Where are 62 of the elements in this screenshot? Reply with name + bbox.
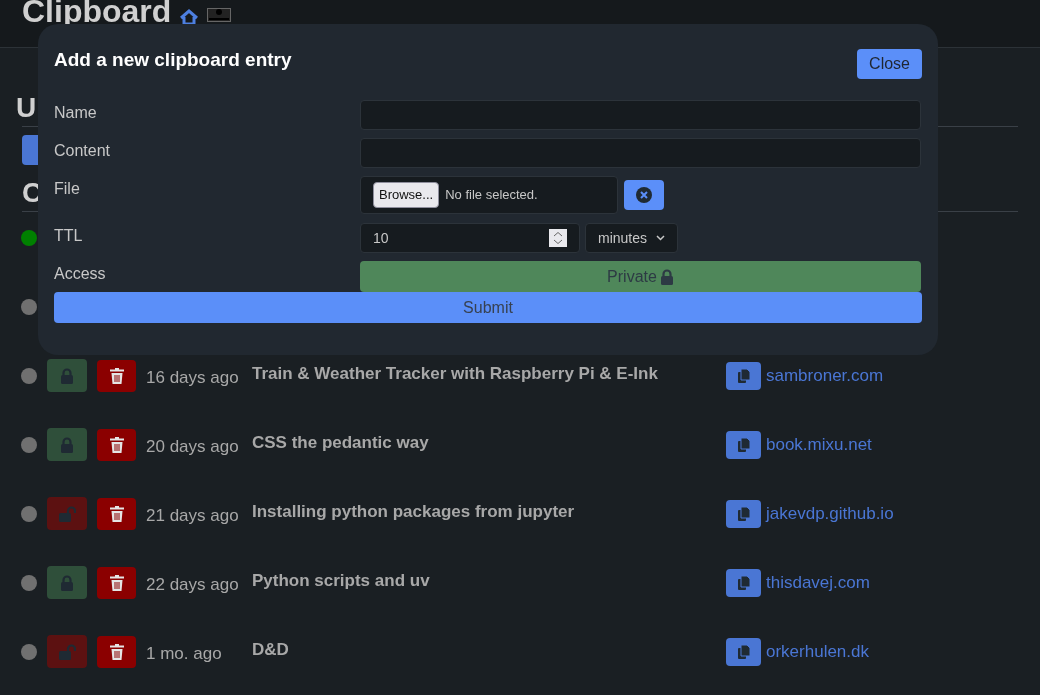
field-label: Name (54, 103, 98, 123)
entry-link[interactable]: jakevdp.github.io (766, 500, 894, 527)
entry-link[interactable]: sambroner.com (766, 362, 884, 389)
copy-button[interactable] (726, 637, 761, 666)
copy-button[interactable] (726, 361, 761, 390)
delete-button[interactable] (97, 359, 136, 392)
copy-icon (737, 644, 750, 659)
lock-icon (60, 436, 74, 453)
image-icon (207, 8, 232, 22)
copy-icon (737, 368, 750, 383)
text-input-field[interactable] (360, 100, 921, 130)
entry-age: 21 days ago (146, 504, 240, 527)
copy-icon (737, 437, 750, 452)
entry-age: 16 days ago (146, 366, 240, 389)
copy-button[interactable] (726, 430, 761, 459)
trash-icon (109, 574, 124, 591)
entry-age: 1 mo. ago (146, 642, 223, 665)
entry-link[interactable]: thisdavej.com (766, 569, 870, 596)
trash-icon (109, 643, 124, 660)
entry-title: Python scripts and uv (252, 570, 431, 593)
entry-title: Train & Weather Tracker with Raspberry Pi & E-Ink (252, 363, 659, 386)
delete-button[interactable] (97, 635, 136, 668)
trash-icon (109, 436, 124, 453)
lock-icon (60, 367, 74, 384)
entry-title: D&D (252, 639, 290, 662)
submit-button[interactable]: Submit (54, 292, 922, 323)
house-icon (179, 9, 200, 25)
unlocked-padlock-icon (58, 505, 76, 522)
copy-icon (737, 575, 750, 590)
trash-icon (109, 367, 124, 384)
field-label: Content (54, 141, 112, 161)
entry-title: CSS the pedantic way (252, 432, 430, 455)
field-label: File (54, 179, 81, 199)
delete-button[interactable] (97, 566, 136, 599)
dialog-title: Add a new clipboard entry (54, 48, 292, 72)
chevron-down-icon (656, 235, 665, 241)
copy-icon (737, 506, 750, 521)
lock-icon (60, 574, 74, 591)
trash-icon (109, 505, 124, 522)
number-input-field[interactable]: 10 (360, 223, 580, 253)
entry-link[interactable]: orkerhulen.dk (766, 638, 869, 665)
delete-button[interactable] (97, 497, 136, 530)
access-toggle-button[interactable]: Private (360, 261, 921, 292)
spinner-icon (549, 229, 567, 247)
x-circle-icon (636, 187, 652, 203)
file-input-field[interactable]: Browse... No file selected. (360, 176, 618, 214)
field-label: Access (54, 264, 107, 284)
copy-button[interactable] (726, 568, 761, 597)
text-input-field[interactable] (360, 138, 921, 168)
entry-title: Installing python packages from jupyter (252, 501, 576, 524)
clear-file-button[interactable] (624, 180, 664, 210)
delete-button[interactable] (97, 428, 136, 461)
entry-age: 22 days ago (146, 573, 240, 596)
section-heading: U (16, 92, 37, 123)
entry-link[interactable]: book.mixu.net (766, 431, 872, 458)
field-label: TTL (54, 226, 84, 246)
close-button[interactable]: Close (857, 49, 922, 79)
lock-icon (659, 268, 674, 285)
entry-age: 20 days ago (146, 435, 240, 458)
unlocked-padlock-icon (58, 643, 76, 660)
unit-dropdown[interactable]: minutes (585, 223, 678, 253)
copy-button[interactable] (726, 499, 761, 528)
